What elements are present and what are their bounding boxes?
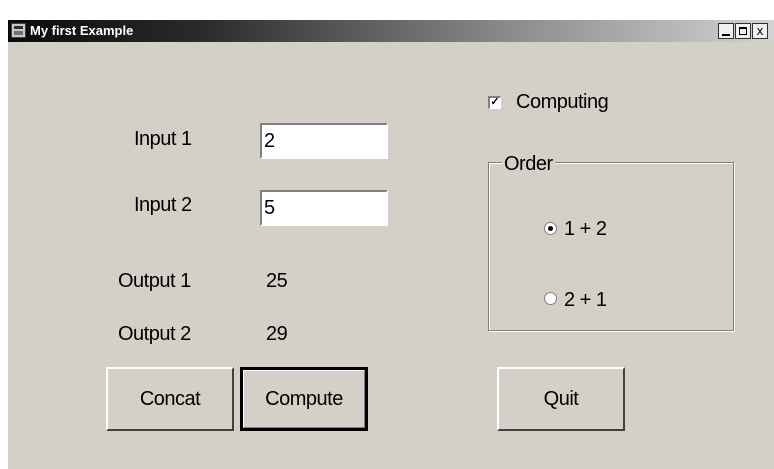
order-radio-2-plus-1[interactable] xyxy=(544,292,557,305)
order-groupbox xyxy=(488,162,734,331)
output2-value: 29 xyxy=(266,323,288,345)
input1-label: Input 1 xyxy=(134,128,192,150)
minimize-button[interactable] xyxy=(718,23,734,39)
window-title: My first Example xyxy=(30,23,134,38)
compute-button[interactable]: Compute xyxy=(240,367,368,431)
close-button[interactable]: x xyxy=(752,23,768,39)
app-icon[interactable] xyxy=(11,23,26,38)
order-group-label: Order xyxy=(502,152,555,176)
computing-checkbox[interactable]: ✓ xyxy=(488,96,501,109)
computing-label[interactable]: Computing xyxy=(516,90,609,114)
order-radio-1-plus-2[interactable] xyxy=(544,222,557,235)
title-bar[interactable]: My first Example x xyxy=(8,20,774,42)
order-option-2-label[interactable]: 2 + 1 xyxy=(564,288,607,312)
input2-label: Input 2 xyxy=(134,194,192,216)
quit-button[interactable]: Quit xyxy=(497,367,625,431)
input1-field[interactable]: 2 xyxy=(260,123,388,159)
concat-button[interactable]: Concat xyxy=(106,367,234,431)
output1-value: 25 xyxy=(266,270,288,292)
maximize-button[interactable] xyxy=(735,23,751,39)
output2-label: Output 2 xyxy=(118,323,191,345)
order-option-1-label[interactable]: 1 + 2 xyxy=(564,217,607,241)
app-window: My first Example x Input 1 2 Input 2 5 O… xyxy=(8,20,774,469)
output1-label: Output 1 xyxy=(118,270,191,292)
input2-field[interactable]: 5 xyxy=(260,190,388,226)
